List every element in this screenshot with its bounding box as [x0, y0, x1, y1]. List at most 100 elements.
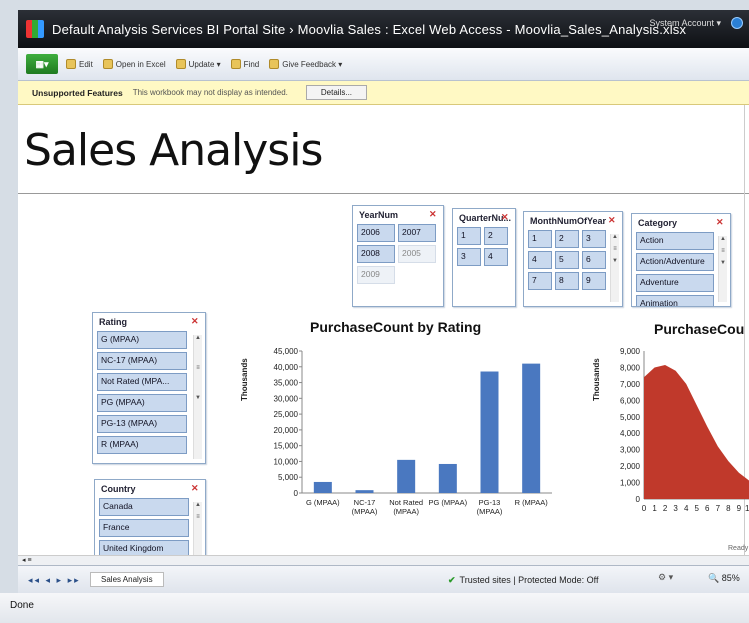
slicer-item[interactable]: NC-17 (MPAA) [97, 352, 187, 370]
slicer-item[interactable]: 2 [555, 230, 579, 248]
bar [480, 371, 499, 493]
warning-title: Unsupported Features [32, 87, 123, 98]
chart-title: PurchaseCount by Rating [310, 319, 482, 335]
slicer-item[interactable]: PG (MPAA) [97, 394, 187, 412]
slicer-item[interactable]: France [99, 519, 189, 537]
slicer-item[interactable]: G (MPAA) [97, 331, 187, 349]
slicer-item[interactable]: 2006 [357, 224, 395, 242]
window-title: Default Analysis Services BI Portal Site… [52, 21, 687, 37]
protected-mode-icon[interactable]: ⚙ ▾ [658, 572, 673, 583]
excel-web-toolbar: ▦▾ Edit Open in Excel Update ▾ Find Give… [18, 48, 749, 81]
x-tick-label: 5 [695, 504, 700, 513]
help-icon[interactable] [731, 17, 743, 29]
find-button[interactable]: Find [230, 59, 259, 69]
open-in-excel-button[interactable]: Open in Excel [102, 59, 166, 69]
slicer-item[interactable]: Not Rated (MPA... [97, 373, 187, 391]
bar [438, 463, 457, 493]
browser-title-bar: Default Analysis Services BI Portal Site… [18, 10, 749, 48]
x-tick-label: Not Rated (MPAA) [389, 498, 423, 516]
area-chart: 0 1,000 2,000 3,000 4,000 5,000 6,000 7,000 8,00… [620, 347, 749, 513]
slicer-item[interactable]: 2008 [357, 245, 395, 263]
file-menu-button[interactable]: ▦▾ [26, 54, 58, 74]
details-button[interactable]: Details... [305, 85, 368, 100]
warning-message: This workbook may not display as intende… [132, 88, 288, 97]
zoom-control[interactable]: 🔍 85% [708, 573, 740, 584]
slicer-title: Rating [99, 317, 127, 327]
slicer-title: YearNum [359, 210, 399, 220]
slicer-item[interactable]: Action/Adventure [636, 253, 714, 271]
clear-filter-icon[interactable]: ✕ [608, 216, 617, 225]
slicer-item[interactable]: 7 [528, 272, 552, 290]
page-title: Sales Analysis [24, 125, 323, 176]
slicer-scrollbar[interactable]: ▲ ≡ [193, 502, 202, 562]
y-tick-label: 5,000 [620, 413, 641, 422]
bar-chart: 0 5,000 10,000 15,000 20,000 25,000 30,000 35,0… [274, 347, 552, 516]
slicer-item[interactable]: 9 [582, 272, 606, 290]
slicer-item[interactable]: Adventure [636, 274, 714, 292]
slicer-item[interactable]: 1 [457, 227, 481, 245]
x-tick-label: 4 [684, 504, 689, 513]
slicer-item[interactable]: 2 [484, 227, 508, 245]
bar [355, 490, 374, 493]
scroll-left-icon[interactable]: ◂ ≡ [22, 556, 32, 564]
slicer-item[interactable]: 8 [555, 272, 579, 290]
clear-filter-icon[interactable]: ✕ [429, 210, 438, 219]
update-icon [175, 59, 186, 69]
slicer-title: Country [101, 484, 136, 494]
slicer-item[interactable]: 4 [484, 248, 508, 266]
slicer-item[interactable]: 2009 [357, 266, 395, 284]
edit-button[interactable]: Edit [66, 59, 93, 69]
open-excel-icon [102, 59, 113, 69]
account-menu[interactable]: System Account ▾ [649, 18, 721, 29]
x-tick-label: NC-17 (MPAA) [352, 498, 378, 516]
update-button[interactable]: Update ▾ [175, 59, 221, 69]
y-tick-label: 2,000 [620, 462, 641, 471]
clear-filter-icon[interactable]: ✕ [191, 317, 200, 326]
chart-title: PurchaseCou [654, 321, 745, 337]
ready-indicator: Ready [728, 545, 749, 552]
slicer-item[interactable]: R (MPAA) [97, 436, 187, 454]
x-tick-label: 0 [642, 504, 647, 513]
y-tick-label: 25,000 [274, 410, 299, 419]
x-tick-label: 3 [673, 504, 678, 513]
x-tick-label: 8 [726, 504, 731, 513]
slicer-item[interactable]: 2007 [398, 224, 436, 242]
clear-filter-icon[interactable]: ✕ [716, 218, 725, 227]
x-tick-label: PG-13 (MPAA) [477, 498, 503, 516]
bar [313, 481, 332, 493]
y-tick-label: 35,000 [274, 379, 299, 388]
slicer-item[interactable]: Action [636, 232, 714, 250]
slicer-item[interactable]: 3 [457, 248, 481, 266]
sheet-navigation[interactable]: ◂◂ ◂ ▸ ▸▸ [28, 575, 81, 586]
horizontal-scrollbar[interactable]: ◂ ≡ [18, 555, 749, 565]
slicer-yearnum: YearNum ✕ 2006 2007 2008 2005 2009 [352, 205, 444, 307]
slicer-rating: Rating ✕ G (MPAA) NC-17 (MPAA) Not Rated (M… [92, 312, 206, 464]
y-tick-label: 0 [294, 489, 299, 498]
slicer-item[interactable]: 1 [528, 230, 552, 248]
y-tick-label: 10,000 [274, 457, 299, 466]
slicer-item[interactable]: 2005 [398, 245, 436, 263]
tab-sales-analysis[interactable]: Sales Analysis [90, 572, 164, 587]
slicer-item[interactable]: PG-13 (MPAA) [97, 415, 187, 433]
slicer-item[interactable]: 6 [582, 251, 606, 269]
y-tick-label: 15,000 [274, 442, 299, 451]
slicer-item[interactable]: 3 [582, 230, 606, 248]
clear-filter-icon[interactable]: ✕ [501, 213, 510, 222]
slicer-scrollbar[interactable]: ▲ ≡ ▼ [718, 236, 727, 302]
status-bar: ◂◂ ◂ ▸ ▸▸ Sales Analysis ✔ Trusted sites … [18, 565, 749, 593]
slicer-scrollbar[interactable]: ▲ ≡ ▼ [193, 335, 202, 459]
browser-status: Done [0, 593, 749, 623]
x-tick-label: G (MPAA) [306, 498, 340, 507]
slicer-item[interactable]: Animation [636, 295, 714, 306]
slicer-item[interactable]: Canada [99, 498, 189, 516]
unsupported-features-bar: Unsupported Features This workbook may n… [18, 81, 749, 105]
slicer-scrollbar[interactable]: ▲ ≡ ▼ [610, 234, 619, 302]
y-tick-label: 40,000 [274, 363, 299, 372]
clear-filter-icon[interactable]: ✕ [191, 484, 200, 493]
y-tick-label: 8,000 [620, 363, 641, 372]
give-feedback-button[interactable]: Give Feedback ▾ [269, 59, 342, 69]
slicer-item[interactable]: 5 [555, 251, 579, 269]
spreadsheet-area: Sales Analysis YearNum ✕ 2006 2007 2008 2005… [18, 105, 749, 565]
slicer-item[interactable]: 4 [528, 251, 552, 269]
x-tick-label: R (MPAA) [515, 498, 549, 507]
